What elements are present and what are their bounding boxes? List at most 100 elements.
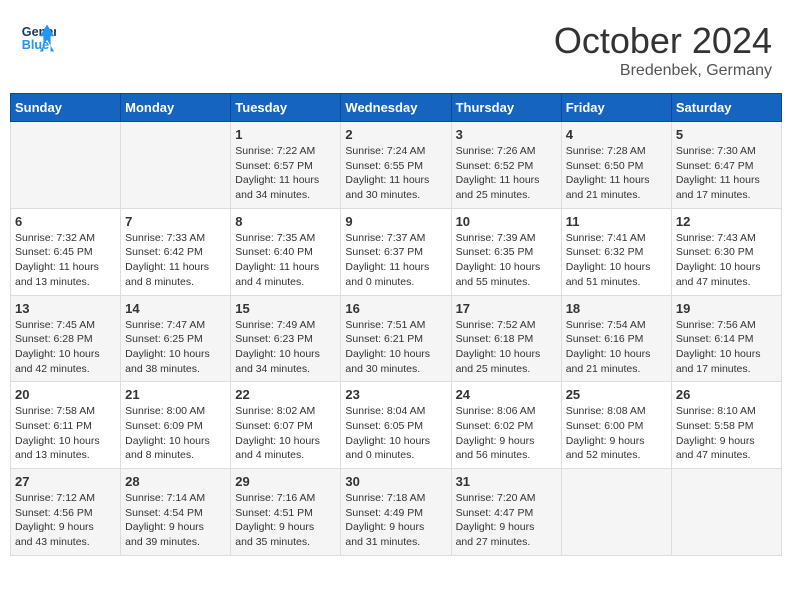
day-cell: 6Sunrise: 7:32 AM Sunset: 6:45 PM Daylig…	[11, 208, 121, 295]
day-cell: 17Sunrise: 7:52 AM Sunset: 6:18 PM Dayli…	[451, 295, 561, 382]
day-cell: 7 Sunrise: 7:33 AM Sunset: 6:42 PM Daylig…	[121, 208, 231, 295]
location: Bredenbek, Germany	[554, 62, 772, 80]
day-number: 5	[676, 127, 777, 142]
day-cell: 29Sunrise: 7:16 AM Sunset: 4:51 PM Dayli…	[231, 469, 341, 556]
day-info: Sunrise: 7:47 AM Sunset: 6:25 PM Dayligh…	[125, 318, 226, 377]
header-row: SundayMondayTuesdayWednesdayThursdayFrid…	[11, 94, 782, 122]
day-number: 11	[566, 214, 667, 229]
calendar-header: SundayMondayTuesdayWednesdayThursdayFrid…	[11, 94, 782, 122]
day-cell: 8 Sunrise: 7:35 AM Sunset: 6:40 PM Daylig…	[231, 208, 341, 295]
day-info: Sunrise: 7:12 AM Sunset: 4:56 PM Dayligh…	[15, 491, 116, 550]
day-cell	[561, 469, 671, 556]
day-info: Sunrise: 7:49 AM Sunset: 6:23 PM Dayligh…	[235, 318, 336, 377]
day-cell: 31 Sunrise: 7:20 AM Sunset: 4:47 PM Dayli…	[451, 469, 561, 556]
day-info: Sunrise: 7:33 AM Sunset: 6:42 PM Dayligh…	[125, 231, 226, 290]
day-number: 15	[235, 301, 336, 316]
day-info: Sunrise: 7:32 AM Sunset: 6:45 PM Dayligh…	[15, 231, 116, 290]
day-cell: 13 Sunrise: 7:45 AM Sunset: 6:28 PM Dayli…	[11, 295, 121, 382]
day-info: Sunrise: 7:20 AM Sunset: 4:47 PM Dayligh…	[456, 491, 557, 550]
week-row-4: 20Sunrise: 7:58 AM Sunset: 6:11 PM Dayli…	[11, 382, 782, 469]
day-info: Sunrise: 7:51 AM Sunset: 6:21 PM Dayligh…	[345, 318, 446, 377]
day-cell: 27 Sunrise: 7:12 AM Sunset: 4:56 PM Dayli…	[11, 469, 121, 556]
day-info: Sunrise: 7:45 AM Sunset: 6:28 PM Dayligh…	[15, 318, 116, 377]
day-cell: 5 Sunrise: 7:30 AM Sunset: 6:47 PM Daylig…	[671, 122, 781, 209]
day-cell	[11, 122, 121, 209]
day-info: Sunrise: 7:18 AM Sunset: 4:49 PM Dayligh…	[345, 491, 446, 550]
day-info: Sunrise: 7:43 AM Sunset: 6:30 PM Dayligh…	[676, 231, 777, 290]
week-row-3: 13 Sunrise: 7:45 AM Sunset: 6:28 PM Dayli…	[11, 295, 782, 382]
day-number: 18	[566, 301, 667, 316]
header-day-friday: Friday	[561, 94, 671, 122]
day-number: 12	[676, 214, 777, 229]
day-number: 31	[456, 474, 557, 489]
header-day-thursday: Thursday	[451, 94, 561, 122]
day-cell: 15 Sunrise: 7:49 AM Sunset: 6:23 PM Dayli…	[231, 295, 341, 382]
day-info: Sunrise: 8:02 AM Sunset: 6:07 PM Dayligh…	[235, 404, 336, 463]
day-cell: 2 Sunrise: 7:24 AM Sunset: 6:55 PM Daylig…	[341, 122, 451, 209]
header-day-wednesday: Wednesday	[341, 94, 451, 122]
day-number: 23	[345, 387, 446, 402]
day-number: 25	[566, 387, 667, 402]
day-cell: 21 Sunrise: 8:00 AM Sunset: 6:09 PM Dayli…	[121, 382, 231, 469]
title-block: October 2024 Bredenbek, Germany	[554, 20, 772, 80]
day-info: Sunrise: 7:22 AM Sunset: 6:57 PM Dayligh…	[235, 144, 336, 203]
month-title: October 2024	[554, 20, 772, 62]
day-number: 2	[345, 127, 446, 142]
day-number: 10	[456, 214, 557, 229]
day-cell: 12 Sunrise: 7:43 AM Sunset: 6:30 PM Dayli…	[671, 208, 781, 295]
day-info: Sunrise: 7:30 AM Sunset: 6:47 PM Dayligh…	[676, 144, 777, 203]
day-number: 1	[235, 127, 336, 142]
day-info: Sunrise: 7:14 AM Sunset: 4:54 PM Dayligh…	[125, 491, 226, 550]
calendar-table: SundayMondayTuesdayWednesdayThursdayFrid…	[10, 93, 782, 556]
day-cell: 23Sunrise: 8:04 AM Sunset: 6:05 PM Dayli…	[341, 382, 451, 469]
header-day-tuesday: Tuesday	[231, 94, 341, 122]
header-day-saturday: Saturday	[671, 94, 781, 122]
day-info: Sunrise: 8:06 AM Sunset: 6:02 PM Dayligh…	[456, 404, 557, 463]
day-info: Sunrise: 8:08 AM Sunset: 6:00 PM Dayligh…	[566, 404, 667, 463]
day-number: 9	[345, 214, 446, 229]
day-cell: 11 Sunrise: 7:41 AM Sunset: 6:32 PM Dayli…	[561, 208, 671, 295]
day-info: Sunrise: 7:56 AM Sunset: 6:14 PM Dayligh…	[676, 318, 777, 377]
logo-icon: General Blue	[20, 20, 56, 56]
day-cell: 10 Sunrise: 7:39 AM Sunset: 6:35 PM Dayli…	[451, 208, 561, 295]
day-info: Sunrise: 7:24 AM Sunset: 6:55 PM Dayligh…	[345, 144, 446, 203]
week-row-2: 6Sunrise: 7:32 AM Sunset: 6:45 PM Daylig…	[11, 208, 782, 295]
day-info: Sunrise: 7:35 AM Sunset: 6:40 PM Dayligh…	[235, 231, 336, 290]
day-cell: 20Sunrise: 7:58 AM Sunset: 6:11 PM Dayli…	[11, 382, 121, 469]
day-number: 3	[456, 127, 557, 142]
day-info: Sunrise: 7:16 AM Sunset: 4:51 PM Dayligh…	[235, 491, 336, 550]
day-info: Sunrise: 7:41 AM Sunset: 6:32 PM Dayligh…	[566, 231, 667, 290]
logo: General Blue	[20, 20, 56, 56]
week-row-1: 1 Sunrise: 7:22 AM Sunset: 6:57 PM Daylig…	[11, 122, 782, 209]
day-number: 4	[566, 127, 667, 142]
header-day-sunday: Sunday	[11, 94, 121, 122]
day-number: 19	[676, 301, 777, 316]
day-cell	[671, 469, 781, 556]
day-info: Sunrise: 7:58 AM Sunset: 6:11 PM Dayligh…	[15, 404, 116, 463]
day-cell: 16 Sunrise: 7:51 AM Sunset: 6:21 PM Dayli…	[341, 295, 451, 382]
day-cell: 1 Sunrise: 7:22 AM Sunset: 6:57 PM Daylig…	[231, 122, 341, 209]
day-cell: 3 Sunrise: 7:26 AM Sunset: 6:52 PM Daylig…	[451, 122, 561, 209]
day-number: 13	[15, 301, 116, 316]
day-cell	[121, 122, 231, 209]
day-info: Sunrise: 7:28 AM Sunset: 6:50 PM Dayligh…	[566, 144, 667, 203]
day-number: 24	[456, 387, 557, 402]
day-number: 8	[235, 214, 336, 229]
day-number: 21	[125, 387, 226, 402]
day-info: Sunrise: 7:39 AM Sunset: 6:35 PM Dayligh…	[456, 231, 557, 290]
day-info: Sunrise: 8:10 AM Sunset: 5:58 PM Dayligh…	[676, 404, 777, 463]
day-info: Sunrise: 8:00 AM Sunset: 6:09 PM Dayligh…	[125, 404, 226, 463]
day-number: 27	[15, 474, 116, 489]
day-number: 7	[125, 214, 226, 229]
day-cell: 18Sunrise: 7:54 AM Sunset: 6:16 PM Dayli…	[561, 295, 671, 382]
day-info: Sunrise: 7:26 AM Sunset: 6:52 PM Dayligh…	[456, 144, 557, 203]
day-number: 30	[345, 474, 446, 489]
day-cell: 28Sunrise: 7:14 AM Sunset: 4:54 PM Dayli…	[121, 469, 231, 556]
week-row-5: 27 Sunrise: 7:12 AM Sunset: 4:56 PM Dayli…	[11, 469, 782, 556]
day-cell: 26 Sunrise: 8:10 AM Sunset: 5:58 PM Dayli…	[671, 382, 781, 469]
header-day-monday: Monday	[121, 94, 231, 122]
day-cell: 24 Sunrise: 8:06 AM Sunset: 6:02 PM Dayli…	[451, 382, 561, 469]
day-number: 16	[345, 301, 446, 316]
day-cell: 14Sunrise: 7:47 AM Sunset: 6:25 PM Dayli…	[121, 295, 231, 382]
day-number: 26	[676, 387, 777, 402]
